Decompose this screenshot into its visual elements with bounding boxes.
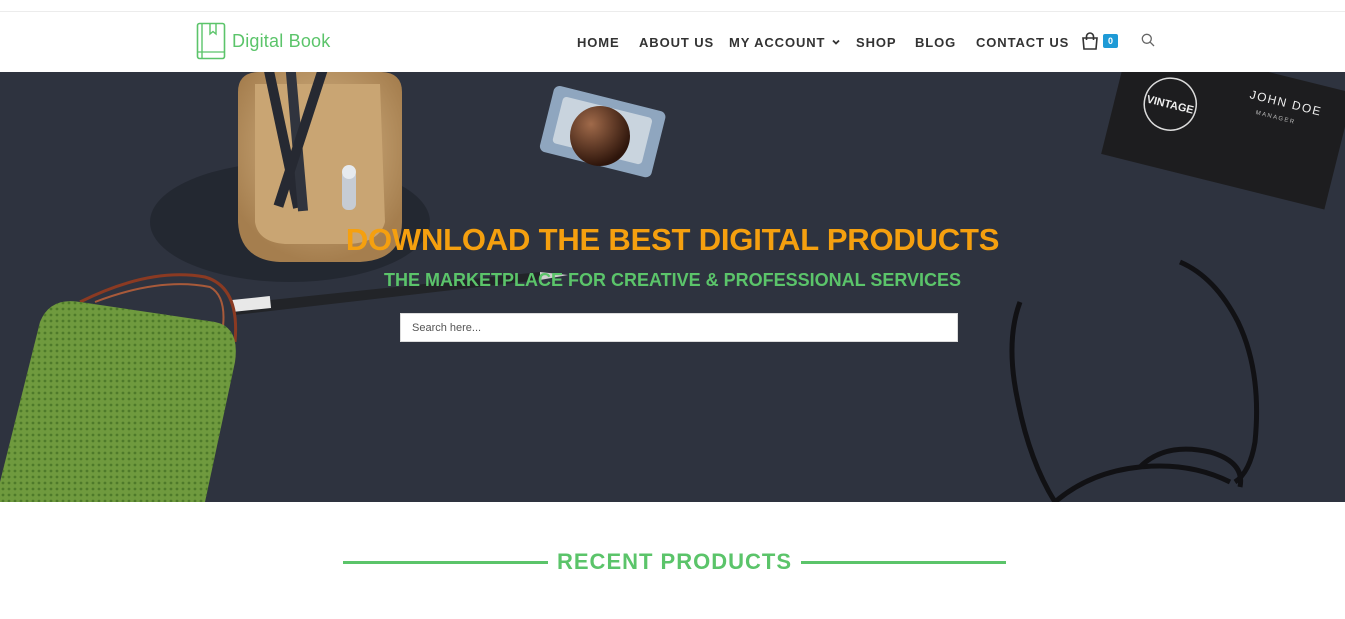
- shopping-bag-icon: [1082, 32, 1098, 50]
- top-strip: [0, 0, 1345, 12]
- site-header: Digital Book HOME ABOUT US MY ACCOUNT SH…: [0, 12, 1345, 72]
- nav-shop[interactable]: SHOP: [856, 12, 896, 72]
- nav-home[interactable]: HOME: [577, 12, 620, 72]
- main-nav: HOME ABOUT US MY ACCOUNT SHOP BLOG CONTA…: [0, 12, 1345, 72]
- search-icon: [1141, 33, 1155, 47]
- recent-products-heading: RECENT PRODUCTS: [343, 547, 1007, 577]
- business-card-image: VINTAGE JOHN DOE MANAGER: [1101, 72, 1345, 210]
- cart-count-badge: 0: [1103, 34, 1118, 48]
- hero-title: DOWNLOAD THE BEST DIGITAL PRODUCTS: [345, 222, 1000, 257]
- hero-subtitle: THE MARKETPLACE FOR CREATIVE & PROFESSIO…: [383, 270, 962, 290]
- eyeglasses-image: [1009, 259, 1260, 502]
- hero-banner: VINTAGE JOHN DOE MANAGER DOWNLOAD THE BE…: [0, 72, 1345, 502]
- product-search-input[interactable]: [400, 313, 958, 342]
- nav-blog[interactable]: BLOG: [915, 12, 956, 72]
- header-search-button[interactable]: [1141, 33, 1157, 49]
- desk-ornament-image: [539, 86, 666, 178]
- nav-my-account[interactable]: MY ACCOUNT: [729, 12, 841, 72]
- heading-line-right: [801, 560, 1007, 564]
- speaker-image: [0, 273, 238, 502]
- recent-products-title: RECENT PRODUCTS: [557, 549, 793, 574]
- cart-button[interactable]: 0: [1081, 31, 1121, 53]
- nav-about-us[interactable]: ABOUT US: [639, 12, 714, 72]
- nav-my-account-label: MY ACCOUNT: [729, 34, 826, 50]
- chevron-down-icon: [832, 39, 841, 45]
- nav-contact-us[interactable]: CONTACT US: [976, 12, 1069, 72]
- heading-line-left: [343, 560, 548, 564]
